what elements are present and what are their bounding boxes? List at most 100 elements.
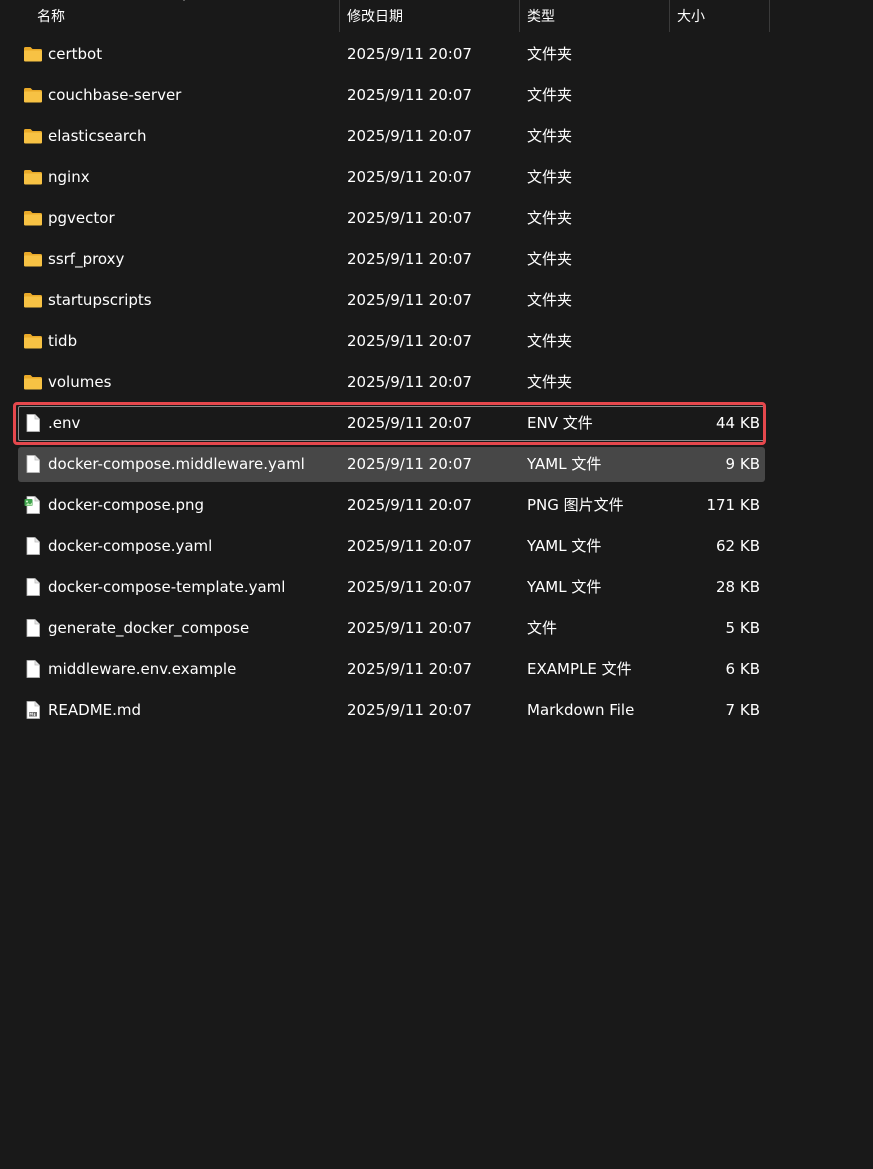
file-name: middleware.env.example	[48, 660, 237, 678]
file-row[interactable]: ssrf_proxy 2025/9/11 20:07 文件夹	[18, 242, 765, 277]
file-type: 文件	[527, 619, 558, 637]
file-name: docker-compose-template.yaml	[48, 578, 286, 596]
file-name: docker-compose.yaml	[48, 537, 213, 555]
file-modified-date: 2025/9/11 20:07	[347, 578, 472, 596]
file-type: YAML 文件	[527, 455, 602, 473]
column-header-name-label: 名称	[37, 9, 65, 25]
file-row[interactable]: docker-compose.middleware.yaml 2025/9/11 …	[18, 447, 765, 482]
file-type: ENV 文件	[527, 414, 593, 432]
folder-icon	[23, 127, 43, 145]
file-size: 6 KB	[725, 660, 760, 678]
file-modified-date: 2025/9/11 20:07	[347, 291, 472, 309]
file-row[interactable]: elasticsearch 2025/9/11 20:07 文件夹	[18, 119, 765, 154]
file-modified-date: 2025/9/11 20:07	[347, 86, 472, 104]
file-row[interactable]: generate_docker_compose 2025/9/11 20:07 文件…	[18, 611, 765, 646]
folder-icon	[23, 332, 43, 350]
file-row[interactable]: docker-compose-template.yaml 2025/9/11 20…	[18, 570, 765, 605]
file-row[interactable]: pgvector 2025/9/11 20:07 文件夹	[18, 201, 765, 236]
file-type: 文件夹	[527, 373, 573, 391]
file-size: 62 KB	[716, 537, 760, 555]
column-divider[interactable]	[669, 0, 670, 32]
folder-icon	[23, 86, 43, 104]
file-name: .env	[48, 414, 81, 432]
file-name: certbot	[48, 45, 103, 63]
file-icon	[23, 414, 43, 432]
sort-ascending-icon	[183, 0, 185, 1]
folder-icon	[23, 250, 43, 268]
file-name: volumes	[48, 373, 112, 391]
file-row[interactable]: volumes 2025/9/11 20:07 文件夹	[18, 365, 765, 400]
file-type: 文件夹	[527, 127, 573, 145]
file-modified-date: 2025/9/11 20:07	[347, 250, 472, 268]
file-name: tidb	[48, 332, 78, 350]
file-row[interactable]: nginx 2025/9/11 20:07 文件夹	[18, 160, 765, 195]
file-name: startupscripts	[48, 291, 152, 309]
file-row[interactable]: docker-compose.png 2025/9/11 20:07 PNG 图片文…	[18, 488, 765, 523]
column-divider[interactable]	[519, 0, 520, 32]
file-name: nginx	[48, 168, 90, 186]
file-type: Markdown File	[527, 701, 635, 719]
file-row[interactable]: startupscripts 2025/9/11 20:07 文件夹	[18, 283, 765, 318]
file-row[interactable]: tidb 2025/9/11 20:07 文件夹	[18, 324, 765, 359]
file-icon	[23, 578, 43, 596]
file-type: 文件夹	[527, 209, 573, 227]
file-size: 5 KB	[725, 619, 760, 637]
file-type: 文件夹	[527, 45, 573, 63]
markdown-file-icon	[23, 701, 43, 719]
file-type: PNG 图片文件	[527, 496, 624, 514]
file-icon	[23, 455, 43, 473]
file-modified-date: 2025/9/11 20:07	[347, 537, 472, 555]
file-name: docker-compose.middleware.yaml	[48, 455, 305, 473]
file-row[interactable]: docker-compose.yaml 2025/9/11 20:07 YAML 文…	[18, 529, 765, 564]
file-modified-date: 2025/9/11 20:07	[347, 127, 472, 145]
file-size: 9 KB	[725, 455, 760, 473]
file-modified-date: 2025/9/11 20:07	[347, 168, 472, 186]
column-header-name[interactable]: 名称	[37, 0, 65, 32]
file-modified-date: 2025/9/11 20:07	[347, 619, 472, 637]
file-type: 文件夹	[527, 291, 573, 309]
column-header-date[interactable]: 修改日期	[347, 0, 403, 32]
file-modified-date: 2025/9/11 20:07	[347, 455, 472, 473]
file-name: elasticsearch	[48, 127, 147, 145]
file-icon	[23, 537, 43, 555]
file-modified-date: 2025/9/11 20:07	[347, 45, 472, 63]
file-size: 28 KB	[716, 578, 760, 596]
file-name: generate_docker_compose	[48, 619, 250, 637]
file-name: couchbase-server	[48, 86, 182, 104]
column-header-bar: 名称 修改日期 类型 大小	[0, 0, 873, 32]
file-modified-date: 2025/9/11 20:07	[347, 209, 472, 227]
file-modified-date: 2025/9/11 20:07	[347, 332, 472, 350]
image-file-icon	[23, 496, 43, 514]
folder-icon	[23, 168, 43, 186]
file-type: 文件夹	[527, 250, 573, 268]
file-row[interactable]: README.md 2025/9/11 20:07 Markdown File 7 K…	[18, 693, 765, 728]
column-header-type[interactable]: 类型	[527, 0, 555, 32]
folder-icon	[23, 373, 43, 391]
file-type: YAML 文件	[527, 537, 602, 555]
folder-icon	[23, 291, 43, 309]
file-modified-date: 2025/9/11 20:07	[347, 660, 472, 678]
file-explorer: 名称 修改日期 类型 大小 certbot 2025/9/11 20:07 文件夹 …	[0, 0, 873, 1169]
column-header-size[interactable]: 大小	[677, 0, 705, 32]
file-modified-date: 2025/9/11 20:07	[347, 496, 472, 514]
file-size: 171 KB	[706, 496, 760, 514]
file-size: 44 KB	[716, 414, 760, 432]
file-row[interactable]: couchbase-server 2025/9/11 20:07 文件夹	[18, 78, 765, 113]
file-name: ssrf_proxy	[48, 250, 125, 268]
file-row[interactable]: middleware.env.example 2025/9/11 20:07 EXA…	[18, 652, 765, 687]
file-icon	[23, 619, 43, 637]
file-row[interactable]: .env 2025/9/11 20:07 ENV 文件 44 KB	[13, 402, 766, 445]
file-size: 7 KB	[725, 701, 760, 719]
file-modified-date: 2025/9/11 20:07	[347, 701, 472, 719]
column-header-type-label: 类型	[527, 9, 555, 25]
column-divider[interactable]	[769, 0, 770, 32]
file-type: 文件夹	[527, 168, 573, 186]
file-row[interactable]: certbot 2025/9/11 20:07 文件夹	[18, 37, 765, 72]
file-name: pgvector	[48, 209, 115, 227]
file-type: 文件夹	[527, 332, 573, 350]
file-type: YAML 文件	[527, 578, 602, 596]
folder-icon	[23, 45, 43, 63]
file-type: 文件夹	[527, 86, 573, 104]
file-modified-date: 2025/9/11 20:07	[347, 414, 472, 432]
column-divider[interactable]	[339, 0, 340, 32]
